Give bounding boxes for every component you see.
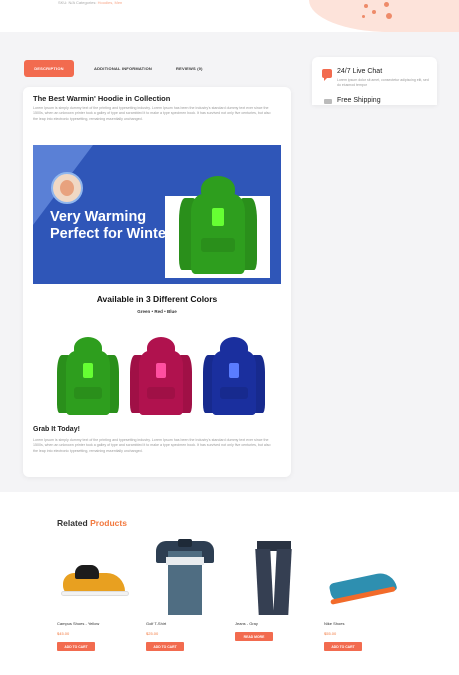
live-chat-title: 24/7 Live Chat <box>337 68 383 75</box>
decorative-dot <box>364 4 368 8</box>
live-chat-subtitle: Lorem ipsum dolor sit amet, consectetur … <box>337 78 429 87</box>
banner-hoodie-photo <box>165 176 270 278</box>
promo-banner: Very Warming Perfect for Winter <box>33 145 281 284</box>
chat-icon <box>322 69 332 81</box>
grab-it-text: Lorem Ipsum is simply dummy text of the … <box>33 438 271 453</box>
product-tabs: DESCRIPTION ADDITIONAL INFORMATION REVIE… <box>24 60 215 77</box>
product-price: $25.00 <box>146 631 159 636</box>
category-link[interactable]: Hoodies, Men <box>98 0 123 5</box>
product-image[interactable] <box>235 535 311 615</box>
decorative-dot <box>362 15 365 18</box>
product-price: $55.00 <box>324 631 337 636</box>
shipping-title: Free Shipping <box>337 97 381 104</box>
product-name[interactable]: Campus Shoes - Yellow <box>57 621 99 626</box>
product-name[interactable]: Nike Shoes <box>324 621 344 626</box>
description-heading: The Best Warmin' Hoodie in Collection <box>33 94 171 103</box>
product-card[interactable]: Golf T-Shirt $25.00 ADD TO CART <box>146 535 222 651</box>
add-to-cart-button[interactable]: ADD TO CART <box>57 642 95 651</box>
live-chat-card: 24/7 Live Chat Lorem ipsum dolor sit ame… <box>312 57 437 105</box>
decorative-dot <box>384 2 389 7</box>
category-prefix: SKU: N/A Categories: <box>58 0 97 5</box>
banner-headline: Very Warming Perfect for Winter <box>50 209 172 242</box>
read-more-button[interactable]: READ MORE <box>235 632 273 641</box>
available-colors-title: Available in 3 Different Colors <box>96 294 218 304</box>
description-intro: Lorem Ipsum is simply dummy text of the … <box>33 106 271 121</box>
tab-description[interactable]: DESCRIPTION <box>24 60 74 77</box>
grab-it-title: Grab It Today! <box>33 426 80 433</box>
blue-hoodie-image <box>203 337 265 415</box>
tab-reviews[interactable]: REVIEWS (0) <box>164 60 215 77</box>
decorative-dot <box>372 10 376 14</box>
product-price: $45.00 <box>57 631 70 636</box>
related-title-accent: Products <box>90 518 127 528</box>
top-strip: SKU: N/A Categories: Hoodies, Men <box>0 0 459 32</box>
product-meta: SKU: N/A Categories: Hoodies, Men <box>58 0 122 5</box>
red-hoodie-image <box>130 337 192 415</box>
model-avatar <box>51 172 83 204</box>
green-hoodie-image <box>57 337 119 415</box>
add-to-cart-button[interactable]: ADD TO CART <box>146 642 184 651</box>
related-products-title: Related Products <box>57 518 127 528</box>
product-name[interactable]: Jeans - Gray <box>235 621 258 626</box>
product-card[interactable]: Campus Shoes - Yellow $45.00 ADD TO CART <box>57 535 133 651</box>
product-card[interactable]: Jeans - Gray READ MORE <box>235 535 311 641</box>
tab-additional-information[interactable]: ADDITIONAL INFORMATION <box>82 60 164 77</box>
product-name[interactable]: Golf T-Shirt <box>146 621 166 626</box>
truck-icon <box>324 99 332 104</box>
product-image[interactable] <box>146 535 222 615</box>
product-image[interactable] <box>324 535 400 615</box>
decorative-dot <box>386 13 392 19</box>
product-card[interactable]: Nike Shoes $55.00 ADD TO CART <box>324 535 400 651</box>
related-title-prefix: Related <box>57 518 88 528</box>
add-to-cart-button[interactable]: ADD TO CART <box>324 642 362 651</box>
description-panel: The Best Warmin' Hoodie in Collection Lo… <box>23 87 291 477</box>
available-colors-list: Green • Red • Blue <box>137 309 177 314</box>
product-image[interactable] <box>57 535 133 615</box>
hoodie-image <box>179 176 257 276</box>
